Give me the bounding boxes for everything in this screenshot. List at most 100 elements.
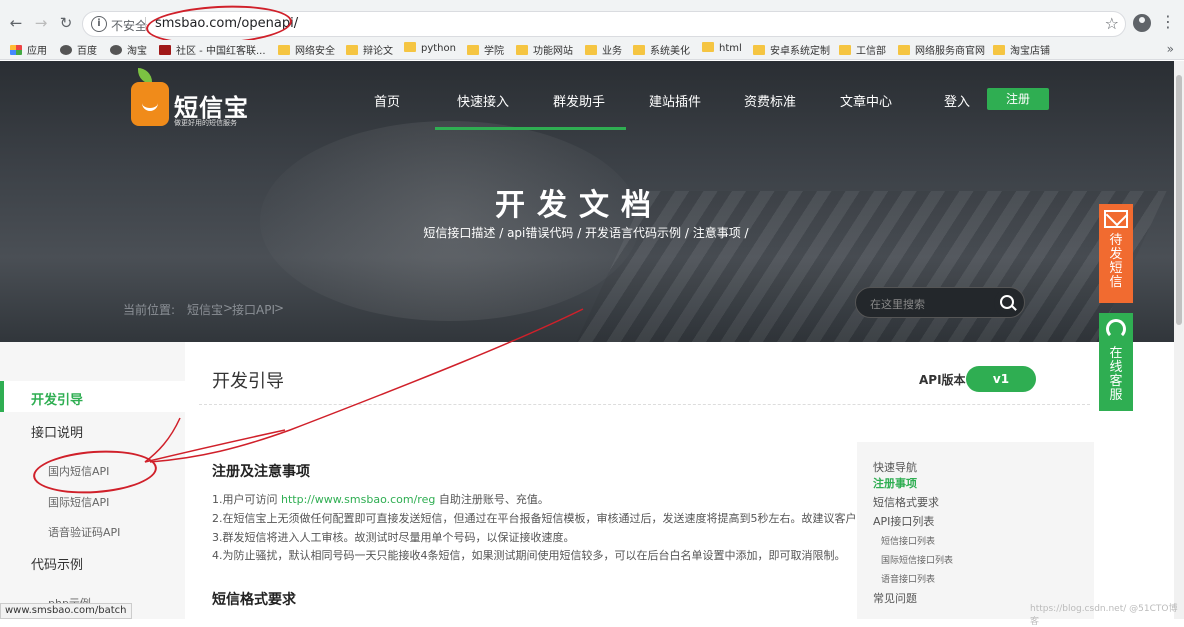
folder-icon xyxy=(585,45,597,55)
nav-mass-assistant[interactable]: 群发助手 xyxy=(553,91,605,110)
section-format-title: 短信格式要求 xyxy=(212,592,296,608)
toc-item-faq[interactable]: 常见问题 xyxy=(873,590,917,606)
bookmark-label: 系统美化 xyxy=(650,46,690,57)
bookmark-folder[interactable]: python xyxy=(404,42,456,58)
title-divider xyxy=(199,404,1090,405)
site-search[interactable]: 在这里搜索 xyxy=(855,287,1025,318)
globe-icon xyxy=(60,45,72,55)
bookmark-folder[interactable]: 网络服务商官网 xyxy=(898,42,985,58)
scrollbar-thumb[interactable] xyxy=(1176,75,1182,325)
bookmark-folder[interactable]: 系统美化 xyxy=(633,42,690,58)
bookmark-apps[interactable]: 应用 xyxy=(10,42,47,58)
headset-icon xyxy=(1106,319,1126,339)
sidebar-item-voice-api[interactable]: 语音验证码API xyxy=(48,524,120,540)
sidebar-item-intl-api[interactable]: 国际短信API xyxy=(48,494,109,510)
toc-item-register[interactable]: 注册事项 xyxy=(873,475,917,491)
login-link[interactable]: 登入 xyxy=(944,91,970,110)
bookmark-huc[interactable]: 社区 - 中国红客联... xyxy=(159,42,266,58)
bookmark-folder[interactable]: 工信部 xyxy=(839,42,886,58)
nav-quick-access[interactable]: 快速接入 xyxy=(457,91,509,110)
breadcrumb-separator: > xyxy=(274,301,285,315)
register-link[interactable]: http://www.smsbao.com/reg xyxy=(281,493,435,506)
bookmark-label: 淘宝店铺 xyxy=(1010,46,1050,57)
bookmark-folder[interactable]: 安卓系统定制 xyxy=(753,42,830,58)
info-icon[interactable]: i xyxy=(91,16,107,32)
bookmark-baidu[interactable]: 百度 xyxy=(60,42,97,58)
hero-title: 开发文档 xyxy=(495,188,663,223)
paragraph-4: 4.为防止骚扰，默认相同号码一天只能接收4条短信，如果测试期间使用短信较多，可以… xyxy=(212,549,846,562)
nav-home[interactable]: 首页 xyxy=(374,91,400,110)
bookmark-label: 淘宝 xyxy=(127,46,147,57)
bookmark-folder[interactable]: 业务 xyxy=(585,42,622,58)
bookmark-taobao[interactable]: 淘宝 xyxy=(110,42,147,58)
folder-icon xyxy=(467,45,479,55)
logo-jar-icon xyxy=(131,82,169,126)
search-input[interactable]: 在这里搜索 xyxy=(870,296,925,312)
folder-icon xyxy=(346,45,358,55)
apps-grid-icon xyxy=(10,45,22,55)
status-bar-url: www.smsbao.com/batch xyxy=(0,603,132,619)
folder-icon xyxy=(839,45,851,55)
site-logo-slogan: 做更好用的短信服务 xyxy=(174,119,237,127)
sidebar-item-dev-guide[interactable]: 开发引导 xyxy=(31,389,83,408)
page-title: 开发引导 xyxy=(212,371,284,392)
pending-sms-widget[interactable]: 待发短信 xyxy=(1099,204,1133,303)
folder-icon xyxy=(898,45,910,55)
paragraph-2: 2.在短信宝上无须做任何配置即可直接发送短信，但通过在平台报备短信模板，审核通过… xyxy=(212,512,857,525)
register-button[interactable]: 注册 xyxy=(987,88,1049,110)
toc-item-format[interactable]: 短信格式要求 xyxy=(873,494,939,510)
section-register-title: 注册及注意事项 xyxy=(212,464,310,480)
api-version-label: API版本 xyxy=(919,373,966,387)
bookmark-star-icon[interactable]: ☆ xyxy=(1105,14,1119,33)
bookmark-folder[interactable]: 功能网站 xyxy=(516,42,573,58)
profile-avatar-icon[interactable] xyxy=(1133,14,1151,32)
reload-icon[interactable]: ↻ xyxy=(55,12,77,34)
bookmarks-bar: 应用 百度 淘宝 社区 - 中国红客联... 网络安全 辩论文 python 学… xyxy=(0,40,1184,60)
api-version-select[interactable]: v1 xyxy=(966,366,1036,392)
folder-icon xyxy=(753,45,765,55)
online-service-widget[interactable]: 在线客服 xyxy=(1099,313,1133,411)
paragraph-1: 1.用户可访问 http://www.smsbao.com/reg 自助注册账号… xyxy=(212,491,549,507)
para1-prefix: 1.用户可访问 xyxy=(212,493,281,506)
bookmark-label: 百度 xyxy=(77,46,97,57)
bookmark-folder[interactable]: 淘宝店铺 xyxy=(993,42,1050,58)
toc-item-intl-sms-api[interactable]: 国际短信接口列表 xyxy=(881,553,953,566)
huc-icon xyxy=(159,45,171,55)
folder-icon xyxy=(278,45,290,55)
nav-articles[interactable]: 文章中心 xyxy=(840,91,892,110)
envelope-icon xyxy=(1104,210,1128,228)
toc-item-sms-api[interactable]: 短信接口列表 xyxy=(881,534,935,547)
nav-active-underline xyxy=(435,127,626,130)
bookmark-label: 业务 xyxy=(602,46,622,57)
bookmark-folder[interactable]: 学院 xyxy=(467,42,504,58)
nav-plugins[interactable]: 建站插件 xyxy=(649,91,701,110)
bookmark-label: 学院 xyxy=(484,46,504,57)
hero-subtitle: 短信接口描述 / api错误代码 / 开发语言代码示例 / 注意事项 / xyxy=(423,226,749,240)
bookmark-label: 应用 xyxy=(27,46,47,57)
bookmarks-overflow-icon[interactable]: » xyxy=(1167,42,1174,56)
back-arrow-icon[interactable]: ← xyxy=(5,12,27,34)
paragraph-3: 3.群发短信将进入人工审核。故测试时尽量用单个号码，以保证接收速度。 xyxy=(212,531,575,544)
quick-nav-panel: 快速导航 注册事项 短信格式要求 API接口列表 短信接口列表 国际短信接口列表… xyxy=(857,442,1094,619)
bookmark-folder[interactable]: 辩论文 xyxy=(346,42,393,58)
online-service-label: 在线客服 xyxy=(1109,346,1123,403)
folder-icon xyxy=(516,45,528,55)
toc-item-api-list[interactable]: API接口列表 xyxy=(873,513,934,529)
bookmark-label: 网络服务商官网 xyxy=(915,46,985,57)
sidebar-item-api-desc[interactable]: 接口说明 xyxy=(31,422,83,441)
bookmark-folder[interactable]: 网络安全 xyxy=(278,42,335,58)
search-icon[interactable] xyxy=(994,289,1022,317)
bookmark-label: 功能网站 xyxy=(533,46,573,57)
sidebar-item-code-examples[interactable]: 代码示例 xyxy=(31,554,83,573)
page-scrollbar[interactable] xyxy=(1174,61,1184,619)
forward-arrow-icon[interactable]: → xyxy=(30,12,52,34)
breadcrumb-current[interactable]: 接口API xyxy=(232,301,275,318)
bookmark-folder[interactable]: html xyxy=(702,42,742,58)
breadcrumb-home[interactable]: 短信宝 xyxy=(187,301,223,318)
sidebar-active-indicator xyxy=(0,381,185,412)
browser-menu-icon[interactable]: ⋮ xyxy=(1160,12,1176,31)
folder-icon xyxy=(993,45,1005,55)
nav-pricing[interactable]: 资费标准 xyxy=(744,91,796,110)
insecure-label: 不安全 xyxy=(111,19,148,33)
toc-item-voice-api[interactable]: 语音接口列表 xyxy=(881,572,935,585)
